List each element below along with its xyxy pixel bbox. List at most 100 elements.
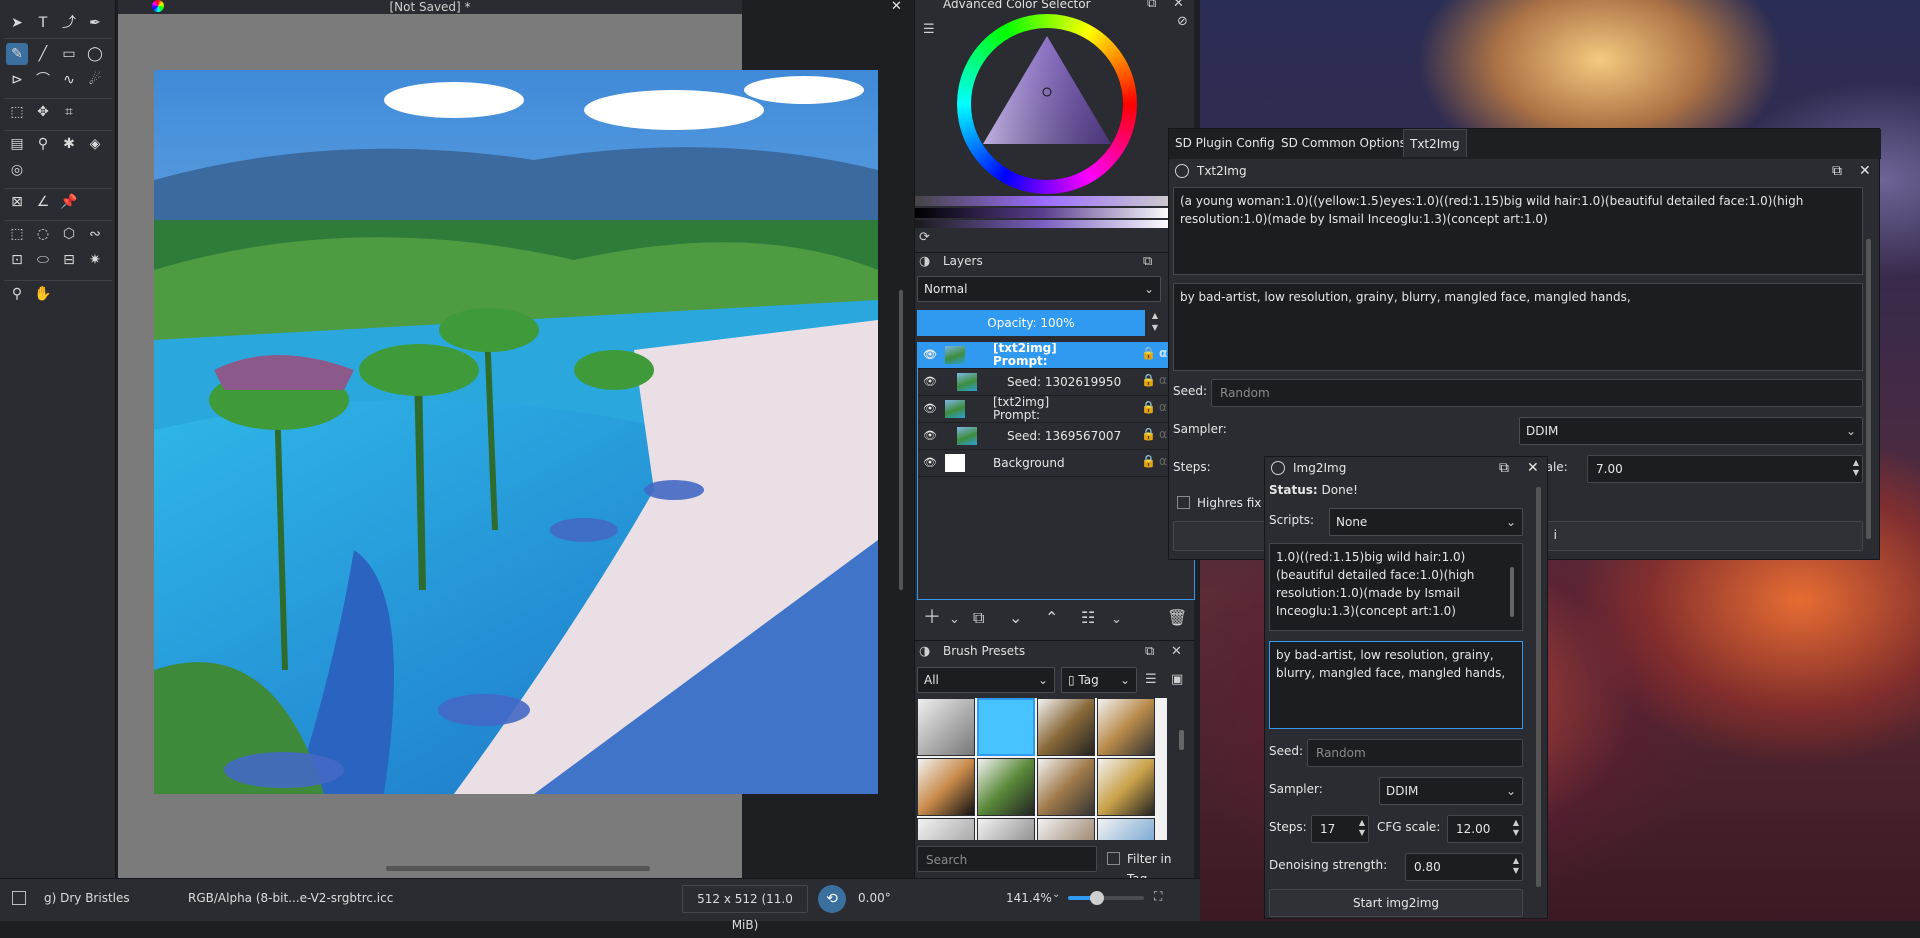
img2img-denoise-spinbox[interactable]: 0.80 ▲ ▼: [1405, 853, 1523, 881]
img2img-sampler-select[interactable]: DDIM ⌄: [1379, 777, 1523, 805]
img2img-scripts-select[interactable]: None ⌄: [1329, 508, 1523, 536]
img2img-steps-spinbox[interactable]: 17 ▲ ▼: [1311, 815, 1369, 843]
brush-preset-item[interactable]: [1037, 818, 1095, 840]
brush-preset-item[interactable]: [977, 818, 1035, 840]
brush-preset-item[interactable]: [1037, 758, 1095, 816]
color-sat-bar[interactable]: [915, 220, 1171, 228]
calligraphy-tool-icon[interactable]: ✒: [84, 12, 106, 34]
canvas-image[interactable]: [154, 70, 878, 794]
move-tool-icon[interactable]: ✥: [32, 101, 54, 123]
float-window-icon[interactable]: ⧉: [1499, 460, 1509, 476]
layer-row[interactable]: 👁 Seed: 1369567007 🔒 α: [917, 423, 1169, 450]
edit-shapes-tool-icon[interactable]: ⤴: [58, 12, 80, 34]
txt2img-prompt-textarea[interactable]: (a young woman:1.0)((yellow:1.5)eyes:1.0…: [1173, 187, 1863, 275]
canvas-horizontal-scrollbar[interactable]: [386, 866, 650, 871]
lock-icon[interactable]: 🔒: [1141, 427, 1156, 441]
zoom-value[interactable]: 141.4%: [1006, 891, 1052, 905]
transform-tool-icon[interactable]: ⬚: [6, 101, 28, 123]
close-canvas-icon[interactable]: ✕: [891, 0, 905, 14]
close-window-icon[interactable]: ✕: [1527, 460, 1539, 476]
refresh-icon[interactable]: ⟳: [919, 230, 930, 246]
rotation-dial-icon[interactable]: ⟲: [818, 885, 846, 913]
brush-preset-item[interactable]: [1097, 698, 1155, 756]
reference-tool-icon[interactable]: 📌: [58, 191, 80, 213]
polyline-tool-icon[interactable]: ⊳: [6, 69, 28, 91]
image-size[interactable]: 512 x 512 (11.0 MiB): [682, 885, 808, 932]
img2img-scrollbar[interactable]: [1536, 487, 1541, 887]
fullscreen-icon[interactable]: ⛶: [1154, 889, 1162, 904]
brush-search-input[interactable]: Search: [917, 846, 1097, 872]
lock-icon[interactable]: 🔒: [1141, 346, 1156, 360]
alpha-icon[interactable]: α: [1159, 373, 1167, 387]
duplicate-layer-icon[interactable]: ⧉: [973, 610, 984, 626]
zoom-slider[interactable]: [1068, 891, 1144, 905]
layer-properties-menu-icon[interactable]: ⌄: [1111, 612, 1122, 628]
layer-properties-icon[interactable]: ☷: [1081, 610, 1095, 626]
lock-icon[interactable]: 🔒: [1141, 373, 1156, 387]
fill-tool-icon[interactable]: ◈: [84, 133, 106, 155]
polygon-select-tool-icon[interactable]: ⬡: [58, 223, 80, 245]
color-selector-settings-icon[interactable]: ☰: [923, 22, 935, 38]
color-value-bar[interactable]: [915, 208, 1171, 218]
brush-tag-select[interactable]: ▯ Tag ⌄: [1061, 667, 1137, 693]
txt2img-sampler-select[interactable]: DDIM ⌄: [1519, 417, 1863, 445]
alpha-icon[interactable]: α: [1159, 400, 1167, 414]
brush-grid-scrollbar[interactable]: [1179, 730, 1184, 750]
rectangle-tool-icon[interactable]: ▭: [58, 43, 80, 65]
freehand-path-tool-icon[interactable]: ∿: [58, 69, 80, 91]
layer-row[interactable]: 👁 Background 🔒 α: [917, 450, 1169, 477]
bezier-tool-icon[interactable]: ⌒: [32, 69, 54, 91]
txt2img-cfg-spinbox[interactable]: 7.00 ▲ ▼: [1587, 455, 1863, 483]
color-triangle[interactable]: [981, 34, 1113, 146]
brush-preset-item[interactable]: [1097, 758, 1155, 816]
brush-preset-item[interactable]: [917, 818, 975, 840]
brush-preset-item[interactable]: [1037, 698, 1095, 756]
img2img-seed-input[interactable]: Random: [1307, 739, 1523, 767]
filter-in-tag-checkbox[interactable]: [1107, 852, 1120, 865]
visibility-icon[interactable]: 👁: [923, 456, 937, 470]
brush-preset-item[interactable]: [917, 758, 975, 816]
pan-tool-icon[interactable]: ✋: [32, 283, 54, 305]
assistant-tool-icon[interactable]: ◎: [6, 159, 28, 181]
float-docker-icon[interactable]: ⧉: [1147, 0, 1156, 12]
text-tool-icon[interactable]: T: [32, 12, 54, 34]
gradient-tool-icon[interactable]: ▤: [6, 133, 28, 155]
add-layer-icon[interactable]: ＋: [923, 609, 941, 627]
visibility-icon[interactable]: 👁: [923, 429, 937, 443]
smart-patch-tool-icon[interactable]: ✱: [58, 133, 80, 155]
line-tool-icon[interactable]: ╱: [32, 43, 54, 65]
brush-preview-icon[interactable]: [12, 891, 26, 905]
brush-preset-item-selected[interactable]: [977, 698, 1035, 756]
assistant-tool2-icon[interactable]: ⊠: [6, 191, 28, 213]
float-layers-icon[interactable]: ⧉: [1143, 254, 1152, 270]
freehand-brush-tool-icon[interactable]: ✎: [6, 43, 28, 65]
float-window-icon[interactable]: ⧉: [1832, 163, 1842, 179]
magnetic-select-tool-icon[interactable]: ⊟: [58, 249, 80, 271]
select-shapes-tool-icon[interactable]: ➤: [6, 12, 28, 34]
highres-fix-checkbox[interactable]: [1177, 496, 1190, 509]
txt2img-seed-input[interactable]: Random: [1211, 379, 1863, 407]
rect-select-tool-icon[interactable]: ⬚: [6, 223, 28, 245]
ellipse-tool-icon[interactable]: ◯: [84, 43, 106, 65]
img2img-prompt-scrollbar[interactable]: [1510, 567, 1514, 617]
crop-tool-icon[interactable]: ⌗: [58, 101, 80, 123]
lock-icon[interactable]: 🔒: [1141, 454, 1156, 468]
freehand-select-tool-icon[interactable]: ∾: [84, 223, 106, 245]
visibility-icon[interactable]: 👁: [923, 375, 937, 389]
brush-preset-item[interactable]: [917, 698, 975, 756]
alpha-icon[interactable]: α: [1159, 427, 1167, 441]
float-brush-presets-icon[interactable]: ⧉: [1145, 644, 1154, 660]
canvas-vertical-scrollbar[interactable]: [899, 290, 903, 590]
img2img-cfg-spinbox[interactable]: 12.00 ▲ ▼: [1447, 815, 1523, 843]
txt2img-scrollbar[interactable]: [1866, 239, 1871, 539]
img2img-negative-prompt-textarea[interactable]: by bad-artist, low resolution, grainy, b…: [1269, 641, 1523, 729]
img2img-prompt-textarea[interactable]: 1.0)((red:1.15)big wild hair:1.0)(beauti…: [1269, 543, 1523, 631]
delete-layer-icon[interactable]: 🗑: [1167, 610, 1187, 626]
opacity-slider[interactable]: Opacity: 100%: [917, 310, 1145, 336]
color-hue-bar[interactable]: [915, 196, 1171, 206]
lock-icon[interactable]: 🔒: [1141, 400, 1156, 414]
dynamic-brush-tool-icon[interactable]: ☄: [84, 69, 106, 91]
blend-mode-select[interactable]: Normal ⌄: [917, 276, 1161, 302]
add-layer-menu-icon[interactable]: ⌄: [949, 612, 960, 628]
brush-filter-select[interactable]: All ⌄: [917, 667, 1055, 693]
